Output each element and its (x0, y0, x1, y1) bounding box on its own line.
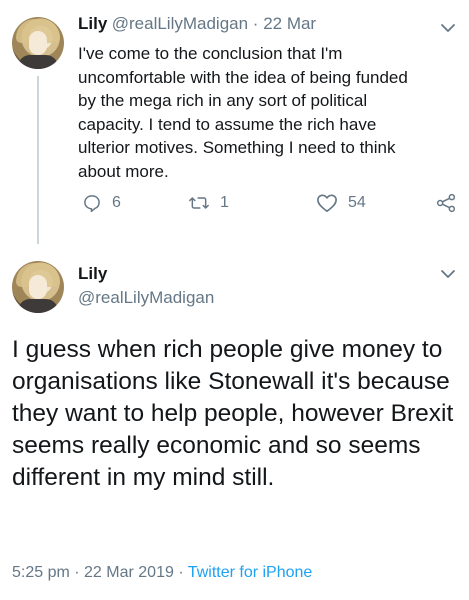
share-button[interactable] (436, 193, 456, 213)
retweet-icon (188, 193, 210, 213)
avatar[interactable] (12, 261, 64, 313)
author-handle[interactable]: @realLilyMadigan (78, 288, 214, 308)
avatar[interactable] (12, 17, 64, 69)
tweet-metadata: 5:25 pm · 22 Mar 2019 · Twitter for iPho… (12, 564, 312, 582)
reply-count: 6 (112, 194, 121, 211)
separator: · (173, 564, 188, 581)
retweet-count: 1 (220, 194, 229, 211)
tweet-text: I've come to the conclusion that I'm unc… (78, 44, 408, 181)
author-name[interactable]: Lily (78, 264, 107, 284)
tweet-date[interactable]: 22 Mar 2019 (84, 564, 174, 581)
tweet-source-link[interactable]: Twitter for iPhone (188, 564, 313, 581)
chevron-down-icon[interactable] (440, 20, 456, 36)
tweet-header: Lily @realLilyMadigan · 22 Mar (78, 14, 316, 34)
like-icon (316, 193, 338, 213)
tweet-text: I guess when rich people give money to o… (12, 336, 454, 491)
like-button[interactable]: 54 (316, 193, 366, 213)
like-count: 54 (348, 194, 366, 211)
tweet-actions: 6 1 54 (78, 193, 458, 217)
tweet-time[interactable]: 5:25 pm (12, 564, 70, 581)
chevron-down-icon[interactable] (440, 266, 456, 282)
reply-button[interactable]: 6 (82, 193, 121, 213)
share-icon (436, 193, 456, 213)
separator: · (248, 14, 264, 33)
tweet-date[interactable]: 22 Mar (263, 14, 316, 33)
author-name[interactable]: Lily (78, 14, 107, 33)
thread-line (37, 76, 39, 244)
reply-icon (82, 193, 102, 213)
separator: · (69, 564, 85, 581)
author-handle[interactable]: @realLilyMadigan (112, 14, 248, 33)
retweet-button[interactable]: 1 (188, 193, 229, 213)
